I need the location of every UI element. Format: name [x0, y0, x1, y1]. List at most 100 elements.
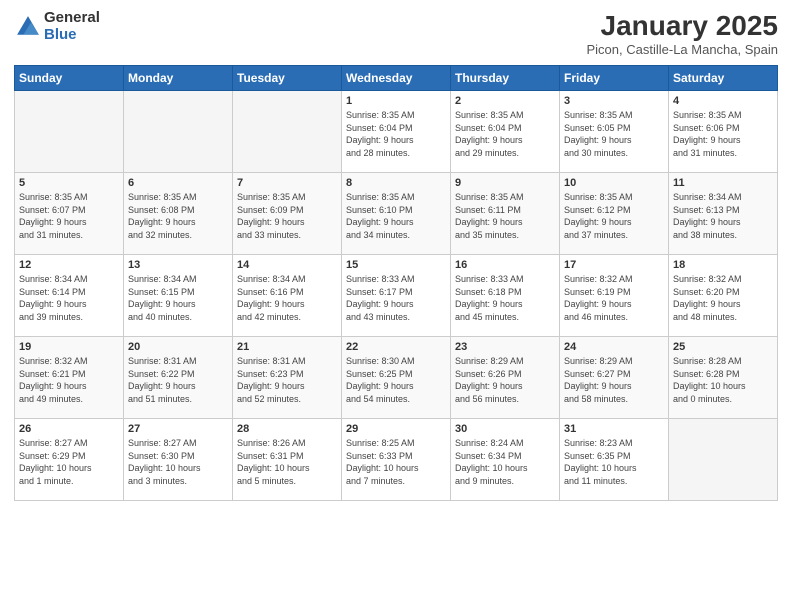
calendar-cell: 3Sunrise: 8:35 AMSunset: 6:05 PMDaylight… — [560, 91, 669, 173]
day-info: Sunrise: 8:28 AMSunset: 6:28 PMDaylight:… — [673, 355, 773, 405]
day-info: Sunrise: 8:33 AMSunset: 6:18 PMDaylight:… — [455, 273, 555, 323]
day-number: 25 — [673, 341, 773, 353]
day-number: 10 — [564, 177, 664, 189]
day-number: 21 — [237, 341, 337, 353]
day-number: 31 — [564, 423, 664, 435]
day-info: Sunrise: 8:34 AMSunset: 6:16 PMDaylight:… — [237, 273, 337, 323]
calendar-cell: 12 Sunrise: 8:34 AMSunset: 6:14 PMDayligh… — [15, 255, 124, 337]
day-number: 24 — [564, 341, 664, 353]
day-number: 18 — [673, 259, 773, 271]
day-number: 11 — [673, 177, 773, 189]
day-info: Sunrise: 8:32 AMSunset: 6:20 PMDaylight:… — [673, 273, 773, 323]
calendar-cell — [15, 91, 124, 173]
day-number: 2 — [455, 95, 555, 107]
calendar-cell: 21Sunrise: 8:31 AMSunset: 6:23 PMDayligh… — [233, 337, 342, 419]
day-info: Sunrise: 8:33 AMSunset: 6:17 PMDaylight:… — [346, 273, 446, 323]
calendar-cell: 23Sunrise: 8:29 AMSunset: 6:26 PMDayligh… — [451, 337, 560, 419]
calendar-cell — [233, 91, 342, 173]
day-number: 29 — [346, 423, 446, 435]
calendar-cell: 4 Sunrise: 8:35 AMSunset: 6:06 PMDaylight… — [669, 91, 778, 173]
calendar-cell: 19Sunrise: 8:32 AMSunset: 6:21 PMDayligh… — [15, 337, 124, 419]
day-number: 7 — [237, 177, 337, 189]
day-info: Sunrise: 8:35 AMSunset: 6:10 PMDaylight:… — [346, 191, 446, 241]
calendar-cell: 24 Sunrise: 8:29 AMSunset: 6:27 PMDayligh… — [560, 337, 669, 419]
day-info: Sunrise: 8:23 AMSunset: 6:35 PMDaylight:… — [564, 437, 664, 487]
day-info: Sunrise: 8:35 AMSunset: 6:07 PMDaylight:… — [19, 191, 119, 241]
calendar-cell: 16 Sunrise: 8:33 AMSunset: 6:18 PMDayligh… — [451, 255, 560, 337]
logo-text: General Blue — [44, 10, 100, 43]
page: General Blue January 2025 Picon, Castill… — [0, 0, 792, 612]
day-number: 15 — [346, 259, 446, 271]
day-number: 12 — [19, 259, 119, 271]
logo-blue: Blue — [44, 27, 100, 44]
calendar-cell: 9Sunrise: 8:35 AMSunset: 6:11 PMDaylight… — [451, 173, 560, 255]
calendar-cell: 17Sunrise: 8:32 AMSunset: 6:19 PMDayligh… — [560, 255, 669, 337]
calendar-cell: 7 Sunrise: 8:35 AMSunset: 6:09 PMDaylight… — [233, 173, 342, 255]
calendar-cell: 18 Sunrise: 8:32 AMSunset: 6:20 PMDayligh… — [669, 255, 778, 337]
calendar-cell: 1 Sunrise: 8:35 AMSunset: 6:04 PMDaylight… — [342, 91, 451, 173]
day-info: Sunrise: 8:27 AMSunset: 6:29 PMDaylight:… — [19, 437, 119, 487]
day-number: 27 — [128, 423, 228, 435]
day-number: 26 — [19, 423, 119, 435]
day-info: Sunrise: 8:35 AMSunset: 6:04 PMDaylight:… — [455, 109, 555, 159]
day-info: Sunrise: 8:34 AMSunset: 6:13 PMDaylight:… — [673, 191, 773, 241]
day-info: Sunrise: 8:24 AMSunset: 6:34 PMDaylight:… — [455, 437, 555, 487]
calendar-week-4: 26 Sunrise: 8:27 AMSunset: 6:29 PMDayligh… — [15, 419, 778, 501]
col-monday: Monday — [124, 66, 233, 91]
calendar-week-0: 1 Sunrise: 8:35 AMSunset: 6:04 PMDaylight… — [15, 91, 778, 173]
calendar-cell: 11 Sunrise: 8:34 AMSunset: 6:13 PMDayligh… — [669, 173, 778, 255]
calendar-week-2: 12 Sunrise: 8:34 AMSunset: 6:14 PMDayligh… — [15, 255, 778, 337]
day-number: 4 — [673, 95, 773, 107]
calendar-cell: 6 Sunrise: 8:35 AMSunset: 6:08 PMDaylight… — [124, 173, 233, 255]
day-number: 6 — [128, 177, 228, 189]
day-number: 17 — [564, 259, 664, 271]
calendar-table: Sunday Monday Tuesday Wednesday Thursday… — [14, 65, 778, 501]
calendar-cell: 27 Sunrise: 8:27 AMSunset: 6:30 PMDayligh… — [124, 419, 233, 501]
day-number: 5 — [19, 177, 119, 189]
calendar-cell: 29Sunrise: 8:25 AMSunset: 6:33 PMDayligh… — [342, 419, 451, 501]
day-number: 28 — [237, 423, 337, 435]
day-info: Sunrise: 8:27 AMSunset: 6:30 PMDaylight:… — [128, 437, 228, 487]
col-friday: Friday — [560, 66, 669, 91]
day-info: Sunrise: 8:35 AMSunset: 6:06 PMDaylight:… — [673, 109, 773, 159]
calendar-week-3: 19Sunrise: 8:32 AMSunset: 6:21 PMDayligh… — [15, 337, 778, 419]
day-info: Sunrise: 8:26 AMSunset: 6:31 PMDaylight:… — [237, 437, 337, 487]
day-info: Sunrise: 8:35 AMSunset: 6:12 PMDaylight:… — [564, 191, 664, 241]
day-info: Sunrise: 8:35 AMSunset: 6:08 PMDaylight:… — [128, 191, 228, 241]
main-title: January 2025 — [587, 10, 779, 42]
calendar-cell: 14 Sunrise: 8:34 AMSunset: 6:16 PMDayligh… — [233, 255, 342, 337]
logo-general: General — [44, 10, 100, 27]
day-info: Sunrise: 8:29 AMSunset: 6:26 PMDaylight:… — [455, 355, 555, 405]
day-info: Sunrise: 8:35 AMSunset: 6:04 PMDaylight:… — [346, 109, 446, 159]
calendar-header-row: Sunday Monday Tuesday Wednesday Thursday… — [15, 66, 778, 91]
col-saturday: Saturday — [669, 66, 778, 91]
col-thursday: Thursday — [451, 66, 560, 91]
day-info: Sunrise: 8:35 AMSunset: 6:09 PMDaylight:… — [237, 191, 337, 241]
calendar-cell: 20 Sunrise: 8:31 AMSunset: 6:22 PMDayligh… — [124, 337, 233, 419]
day-number: 9 — [455, 177, 555, 189]
subtitle: Picon, Castille-La Mancha, Spain — [587, 42, 779, 57]
day-number: 20 — [128, 341, 228, 353]
day-info: Sunrise: 8:34 AMSunset: 6:15 PMDaylight:… — [128, 273, 228, 323]
day-info: Sunrise: 8:29 AMSunset: 6:27 PMDaylight:… — [564, 355, 664, 405]
calendar-cell: 13Sunrise: 8:34 AMSunset: 6:15 PMDayligh… — [124, 255, 233, 337]
col-tuesday: Tuesday — [233, 66, 342, 91]
calendar-cell: 30Sunrise: 8:24 AMSunset: 6:34 PMDayligh… — [451, 419, 560, 501]
day-info: Sunrise: 8:34 AMSunset: 6:14 PMDaylight:… — [19, 273, 119, 323]
day-info: Sunrise: 8:30 AMSunset: 6:25 PMDaylight:… — [346, 355, 446, 405]
calendar-cell — [669, 419, 778, 501]
calendar-cell — [124, 91, 233, 173]
day-number: 14 — [237, 259, 337, 271]
day-number: 16 — [455, 259, 555, 271]
title-area: January 2025 Picon, Castille-La Mancha, … — [587, 10, 779, 57]
day-number: 1 — [346, 95, 446, 107]
logo: General Blue — [14, 10, 100, 43]
day-info: Sunrise: 8:31 AMSunset: 6:22 PMDaylight:… — [128, 355, 228, 405]
calendar-cell: 31 Sunrise: 8:23 AMSunset: 6:35 PMDayligh… — [560, 419, 669, 501]
day-number: 22 — [346, 341, 446, 353]
calendar-week-1: 5 Sunrise: 8:35 AMSunset: 6:07 PMDaylight… — [15, 173, 778, 255]
calendar-cell: 8Sunrise: 8:35 AMSunset: 6:10 PMDaylight… — [342, 173, 451, 255]
calendar-cell: 10 Sunrise: 8:35 AMSunset: 6:12 PMDayligh… — [560, 173, 669, 255]
calendar-cell: 22 Sunrise: 8:30 AMSunset: 6:25 PMDayligh… — [342, 337, 451, 419]
day-info: Sunrise: 8:32 AMSunset: 6:21 PMDaylight:… — [19, 355, 119, 405]
